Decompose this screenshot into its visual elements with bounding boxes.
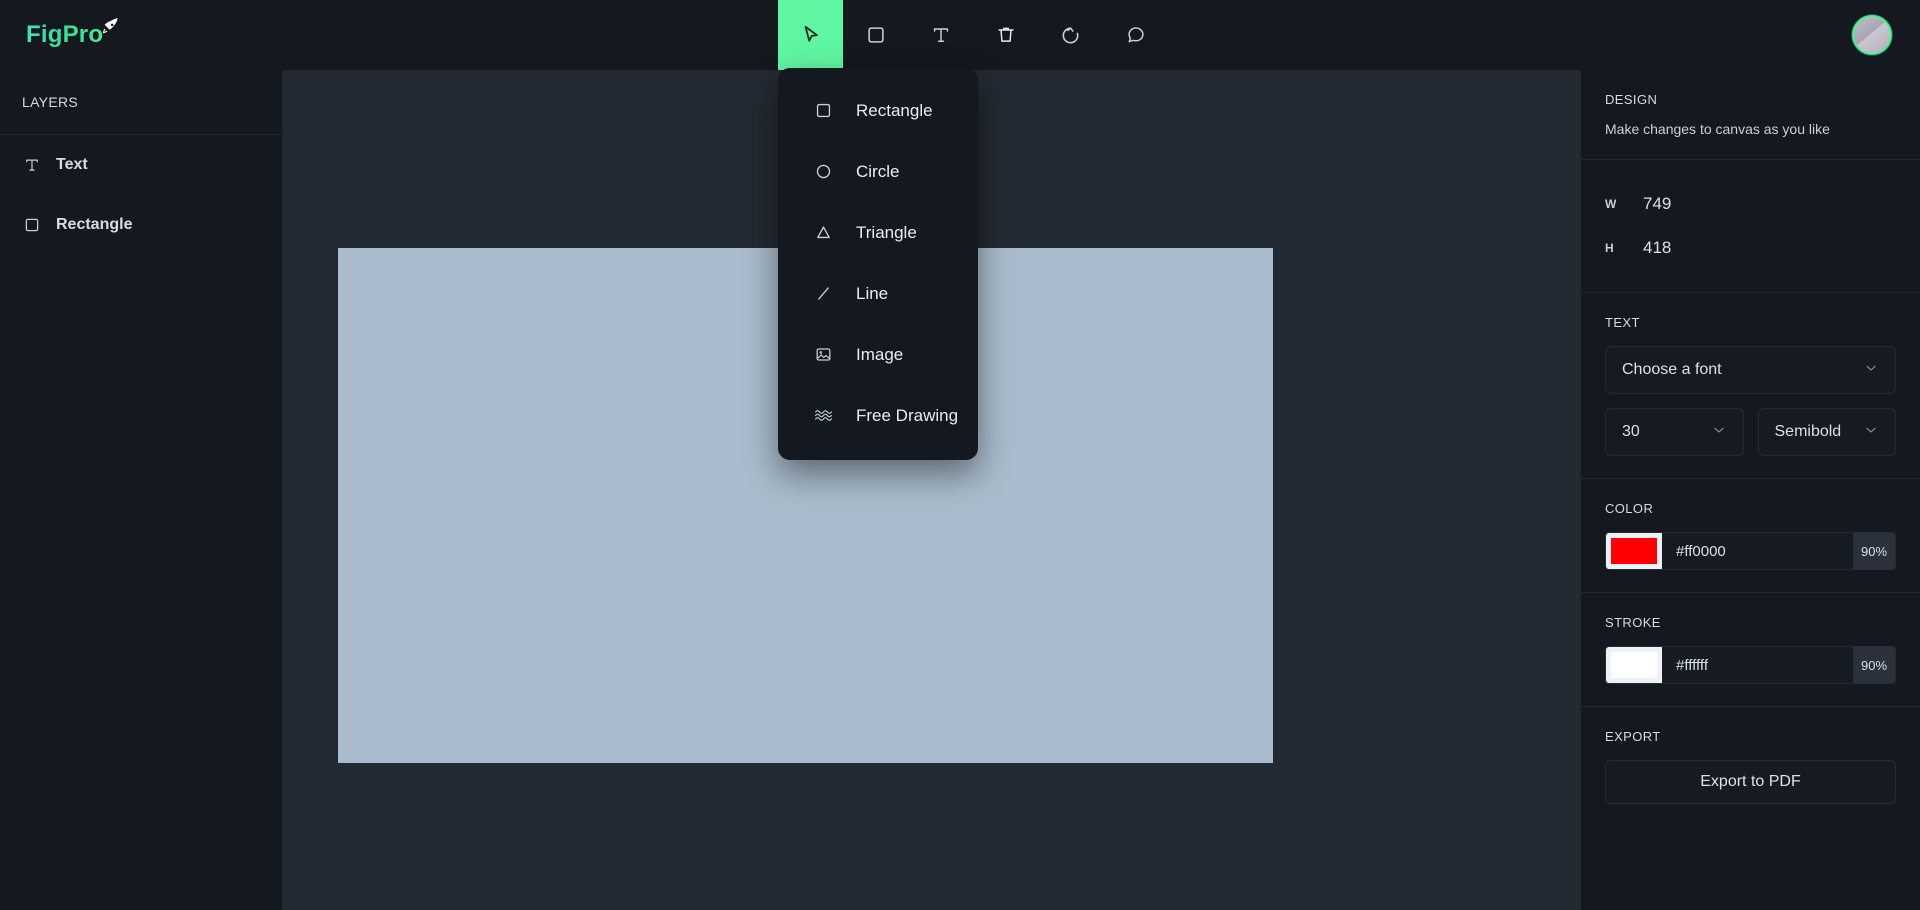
fill-color-row[interactable]: #ff0000 90% <box>1605 532 1896 570</box>
line-icon <box>812 284 834 303</box>
fill-color-swatch-wrap[interactable] <box>1606 533 1662 569</box>
shapes-menu-item-line[interactable]: Line <box>778 263 978 324</box>
font-family-value: Choose a font <box>1622 361 1722 378</box>
app-logo-text: FigPro <box>26 21 104 48</box>
fill-color-hex[interactable]: #ff0000 <box>1662 533 1853 569</box>
dimension-height-label: H <box>1605 241 1614 255</box>
avatar[interactable] <box>1852 15 1892 55</box>
dimension-width-value[interactable]: 749 <box>1643 194 1671 214</box>
design-panel: DESIGN Make changes to canvas as you lik… <box>1580 70 1920 910</box>
shapes-menu-item-triangle[interactable]: Triangle <box>778 202 978 263</box>
figpro-app: FigPro LAYERS Text Rectangle DESIGN Make… <box>0 0 1920 910</box>
design-section-subtitle: Make changes to canvas as you like <box>1605 121 1830 137</box>
image-icon <box>812 345 834 364</box>
fill-color-swatch[interactable] <box>1611 538 1657 564</box>
layer-item-label: Text <box>56 156 88 173</box>
stroke-color-hex[interactable]: #ffffff <box>1662 647 1853 683</box>
shapes-menu-item-label: Line <box>856 283 889 303</box>
design-section: DESIGN Make changes to canvas as you lik… <box>1581 70 1920 160</box>
design-section-title: DESIGN <box>1605 92 1658 107</box>
color-section: COLOR #ff0000 90% <box>1581 479 1920 593</box>
chevron-down-icon <box>1863 360 1879 381</box>
trash-icon <box>995 24 1017 46</box>
toolbar-item-shapes[interactable] <box>843 0 908 70</box>
text-icon <box>930 24 952 46</box>
stroke-color-row[interactable]: #ffffff 90% <box>1605 646 1896 684</box>
font-size-select[interactable]: 30 <box>1605 408 1744 456</box>
text-icon <box>22 156 42 174</box>
color-section-title: COLOR <box>1605 501 1654 516</box>
shapes-menu-item-circle[interactable]: Circle <box>778 141 978 202</box>
cursor-icon <box>800 24 822 46</box>
triangle-icon <box>812 223 834 242</box>
rectangle-icon <box>812 101 834 120</box>
comment-icon <box>1125 24 1147 46</box>
layers-panel-title: LAYERS <box>0 70 282 135</box>
font-size-weight-row: 30 Semibold <box>1605 408 1896 456</box>
font-weight-value: Semibold <box>1774 423 1842 440</box>
layer-item-text[interactable]: Text <box>0 135 282 195</box>
reset-icon <box>1059 24 1082 47</box>
export-to-pdf-button[interactable]: Export to PDF <box>1605 760 1896 804</box>
stroke-color-swatch-wrap[interactable] <box>1606 647 1662 683</box>
shapes-menu-item-label: Triangle <box>856 222 917 242</box>
dimension-height-row[interactable]: H 418 <box>1605 226 1896 270</box>
square-icon <box>865 24 887 46</box>
font-weight-select[interactable]: Semibold <box>1757 408 1896 456</box>
layer-item-rectangle[interactable]: Rectangle <box>0 195 282 255</box>
shapes-menu-item-label: Rectangle <box>856 100 933 120</box>
export-section-title: EXPORT <box>1605 729 1661 744</box>
shapes-menu-item-label: Free Drawing <box>856 405 959 425</box>
app-logo[interactable]: FigPro <box>0 18 120 49</box>
stroke-section: STROKE #ffffff 90% <box>1581 593 1920 707</box>
toolbar-item-reset[interactable] <box>1038 0 1103 70</box>
font-size-value: 30 <box>1622 423 1640 440</box>
shapes-menu-item-label: Circle <box>856 161 900 181</box>
stroke-section-title: STROKE <box>1605 615 1661 630</box>
shapes-menu-item-image[interactable]: Image <box>778 324 978 385</box>
circle-icon <box>812 162 834 181</box>
layer-item-label: Rectangle <box>56 216 133 233</box>
stroke-color-swatch[interactable] <box>1611 652 1657 678</box>
text-section-title: TEXT <box>1605 315 1640 330</box>
navbar: FigPro <box>0 0 1920 70</box>
rocket-icon <box>100 16 120 44</box>
shapes-menu-item-label: Image <box>856 344 904 364</box>
square-icon <box>22 216 42 234</box>
layers-panel: LAYERS Text Rectangle <box>0 70 283 910</box>
dimension-width-label: W <box>1605 197 1617 211</box>
shapes-dropdown-menu: Rectangle Circle Triangle Line Image Fre… <box>778 68 978 460</box>
chevron-down-icon <box>1711 422 1727 443</box>
toolbar-item-delete[interactable] <box>973 0 1038 70</box>
toolbar <box>778 0 1168 70</box>
user-avatar-wrap[interactable] <box>1852 15 1892 55</box>
dimension-width-row[interactable]: W 749 <box>1605 182 1896 226</box>
chevron-down-icon <box>1863 422 1879 443</box>
shapes-menu-item-rectangle[interactable]: Rectangle <box>778 80 978 141</box>
shapes-menu-item-free-drawing[interactable]: Free Drawing <box>778 385 978 446</box>
free-drawing-icon <box>812 405 834 426</box>
dimension-height-value[interactable]: 418 <box>1643 238 1671 258</box>
toolbar-item-comment[interactable] <box>1103 0 1168 70</box>
dimensions-section: W 749 H 418 <box>1581 160 1920 293</box>
stroke-color-opacity[interactable]: 90% <box>1853 647 1895 683</box>
export-section: EXPORT Export to PDF <box>1581 707 1920 826</box>
toolbar-item-text[interactable] <box>908 0 973 70</box>
text-section: TEXT Choose a font 30 Semibold <box>1581 293 1920 479</box>
font-family-select[interactable]: Choose a font <box>1605 346 1896 394</box>
toolbar-item-select[interactable] <box>778 0 843 70</box>
fill-color-opacity[interactable]: 90% <box>1853 533 1895 569</box>
